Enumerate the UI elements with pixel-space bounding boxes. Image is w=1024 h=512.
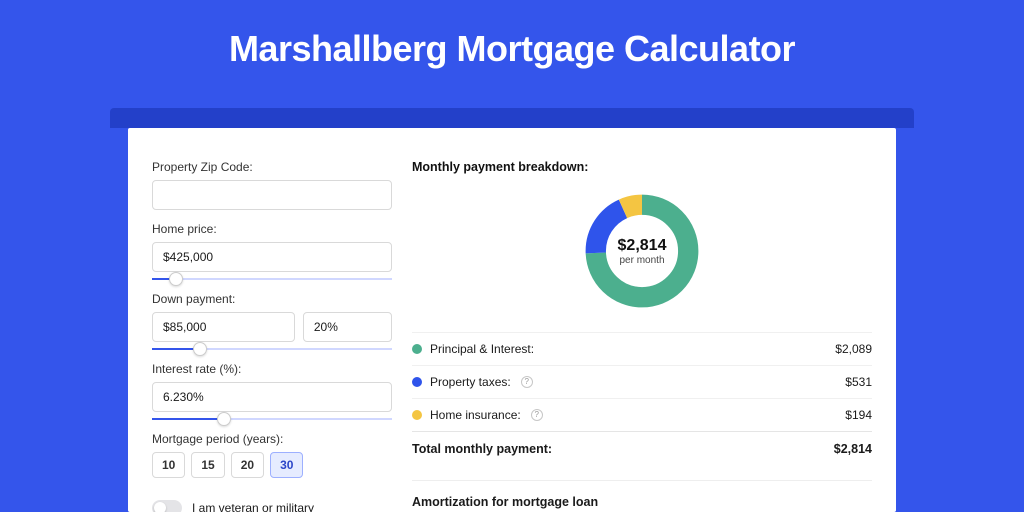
home-price-input[interactable] [152, 242, 392, 272]
period-btn-10[interactable]: 10 [152, 452, 185, 478]
down-payment-label: Down payment: [152, 292, 392, 306]
period-options: 10 15 20 30 [152, 452, 392, 478]
down-payment-pct-input[interactable] [303, 312, 392, 342]
home-price-slider[interactable] [152, 278, 392, 280]
breakdown-title: Monthly payment breakdown: [412, 160, 872, 174]
period-btn-20[interactable]: 20 [231, 452, 264, 478]
breakdown-item-label: Home insurance: [430, 408, 521, 422]
breakdown-item-label: Principal & Interest: [430, 342, 534, 356]
dot-icon [412, 410, 422, 420]
breakdown-total-value: $2,814 [834, 442, 872, 456]
donut-center-sub: per month [619, 255, 664, 266]
breakdown-item-taxes: Property taxes: ? $531 [412, 365, 872, 398]
donut-chart-wrap: $2,814 per month [412, 184, 872, 326]
interest-slider[interactable] [152, 418, 392, 420]
amortization-title: Amortization for mortgage loan [412, 495, 872, 509]
inputs-panel: Property Zip Code: Home price: Down paym… [152, 152, 392, 512]
card-header-bar [110, 108, 914, 128]
veteran-toggle-knob [154, 502, 166, 512]
zip-input[interactable] [152, 180, 392, 210]
interest-slider-fill [152, 418, 224, 420]
breakdown-panel: Monthly payment breakdown: $2,814 per mo… [412, 152, 872, 512]
veteran-label: I am veteran or military [192, 501, 314, 512]
home-price-label: Home price: [152, 222, 392, 236]
period-btn-15[interactable]: 15 [191, 452, 224, 478]
down-payment-slider[interactable] [152, 348, 392, 350]
breakdown-total-row: Total monthly payment: $2,814 [412, 431, 872, 466]
dot-icon [412, 377, 422, 387]
help-icon[interactable]: ? [531, 409, 543, 421]
breakdown-item-principal: Principal & Interest: $2,089 [412, 332, 872, 365]
dot-icon [412, 344, 422, 354]
interest-slider-thumb[interactable] [217, 412, 231, 426]
down-payment-slider-thumb[interactable] [193, 342, 207, 356]
breakdown-item-insurance: Home insurance: ? $194 [412, 398, 872, 431]
amortization-section: Amortization for mortgage loan Amortizat… [412, 480, 872, 512]
calculator-card: Property Zip Code: Home price: Down paym… [128, 128, 896, 512]
breakdown-item-value: $194 [845, 408, 872, 422]
help-icon[interactable]: ? [521, 376, 533, 388]
interest-label: Interest rate (%): [152, 362, 392, 376]
donut-chart: $2,814 per month [581, 190, 703, 312]
breakdown-total-label: Total monthly payment: [412, 442, 552, 456]
home-price-slider-thumb[interactable] [169, 272, 183, 286]
period-btn-30[interactable]: 30 [270, 452, 303, 478]
down-payment-input[interactable] [152, 312, 295, 342]
breakdown-item-value: $531 [845, 375, 872, 389]
page-title: Marshallberg Mortgage Calculator [0, 0, 1024, 70]
zip-label: Property Zip Code: [152, 160, 392, 174]
breakdown-item-label: Property taxes: [430, 375, 511, 389]
interest-input[interactable] [152, 382, 392, 412]
period-label: Mortgage period (years): [152, 432, 392, 446]
veteran-toggle[interactable] [152, 500, 182, 512]
donut-center-amount: $2,814 [618, 237, 667, 255]
breakdown-item-value: $2,089 [835, 342, 872, 356]
breakdown-list: Principal & Interest: $2,089 Property ta… [412, 332, 872, 466]
